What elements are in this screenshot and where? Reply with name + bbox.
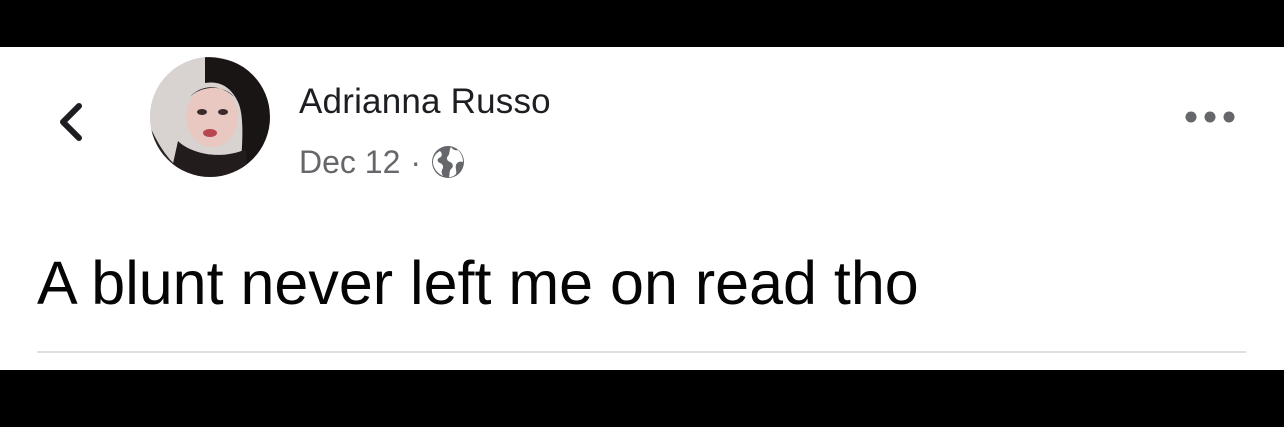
- more-horizontal-icon: [1185, 111, 1235, 123]
- divider: [37, 351, 1246, 353]
- post-panel: Adrianna Russo Dec 12 · A blunt never le…: [0, 47, 1284, 370]
- avatar[interactable]: [150, 57, 270, 177]
- avatar-photo: [150, 57, 270, 177]
- chevron-left-icon: [60, 103, 82, 141]
- letterbox-bottom: [0, 370, 1284, 427]
- post-meta: Dec 12 ·: [299, 142, 467, 182]
- back-button[interactable]: [46, 97, 96, 147]
- post-date[interactable]: Dec 12: [299, 144, 400, 181]
- author-name[interactable]: Adrianna Russo: [299, 82, 551, 122]
- more-options-button[interactable]: [1180, 99, 1240, 135]
- globe-icon[interactable]: [429, 143, 467, 181]
- post-text: A blunt never left me on read tho: [37, 249, 919, 317]
- letterbox-top: [0, 0, 1284, 47]
- meta-separator: ·: [410, 143, 422, 180]
